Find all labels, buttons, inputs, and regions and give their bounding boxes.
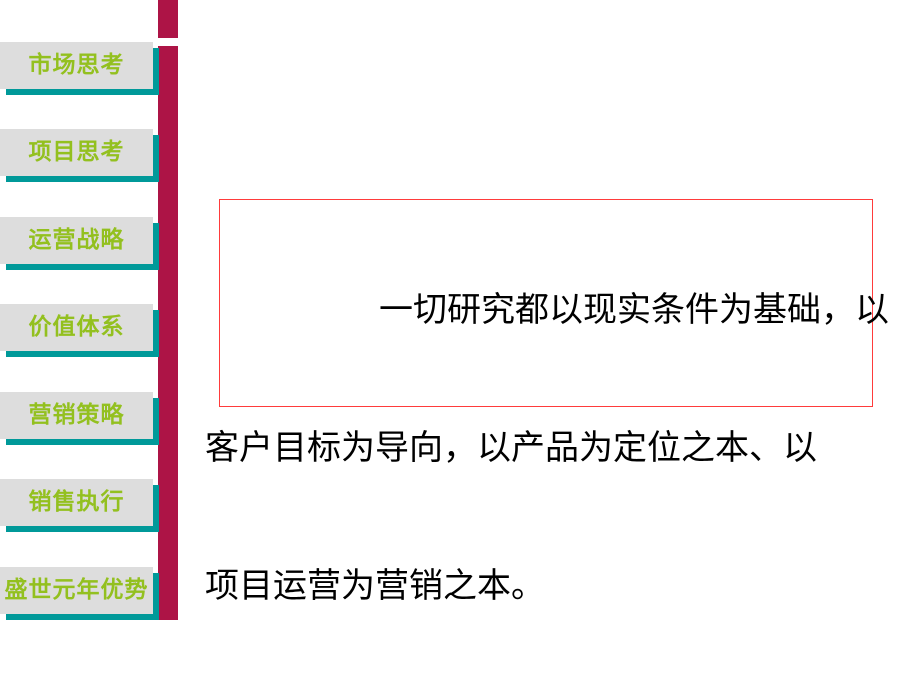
sidebar-nav: 市场思考 项目思考 运营战略 价值体系 营销策略 销售执行 盛世元年优势	[0, 0, 162, 690]
quote-line-1: 一切研究都以现实条件为基础，以	[277, 292, 889, 329]
quote-line-3: 项目运营为营销之本。	[205, 568, 545, 605]
sidebar-item-label: 项目思考	[28, 139, 125, 164]
sidebar-item-label: 营销策略	[28, 402, 125, 427]
sidebar-item-label: 盛世元年优势	[4, 577, 149, 602]
sidebar-item-sales-execution[interactable]: 销售执行	[0, 479, 159, 532]
quote-line-2: 客户目标为导向，以产品为定位之本、以	[205, 430, 817, 467]
sidebar-item-value-system[interactable]: 价值体系	[0, 304, 159, 357]
slide-canvas: 市场思考 项目思考 运营战略 价值体系 营销策略 销售执行 盛世元年优势 一切研…	[0, 0, 920, 690]
sidebar-item-label: 运营战略	[28, 227, 125, 252]
sidebar-item-shengshi-advantage[interactable]: 盛世元年优势	[0, 567, 159, 620]
sidebar-item-label: 市场思考	[28, 52, 125, 77]
quote-body: 一切研究都以现实条件为基础，以 客户目标为导向，以产品为定位之本、以 项目运营为…	[205, 196, 895, 690]
sidebar-item-label: 销售执行	[28, 489, 125, 514]
sidebar-item-operation-strategy[interactable]: 运营战略	[0, 217, 159, 270]
sidebar-item-marketing-strategy[interactable]: 营销策略	[0, 392, 159, 445]
sidebar-item-label: 价值体系	[28, 314, 125, 339]
sidebar-item-market-thinking[interactable]: 市场思考	[0, 42, 159, 95]
sidebar-item-project-thinking[interactable]: 项目思考	[0, 129, 159, 182]
